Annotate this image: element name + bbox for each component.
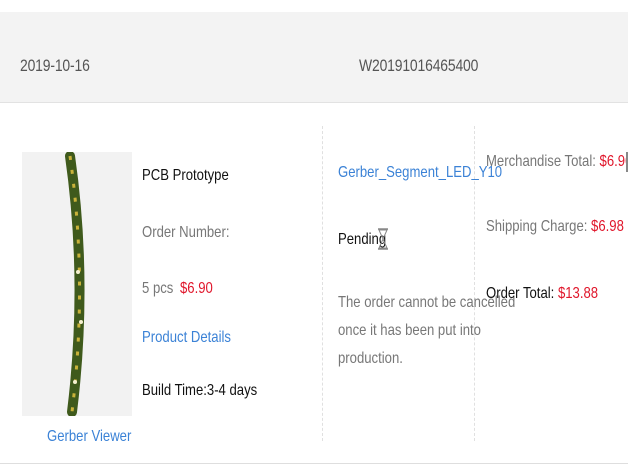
- cancel-note-line: production.: [338, 350, 403, 367]
- gerber-viewer-link[interactable]: Gerber Viewer: [47, 428, 131, 446]
- merchandise-total-label: Merchandise Total:: [486, 153, 596, 170]
- product-details-link[interactable]: Product Details: [142, 329, 231, 347]
- pcb-thumbnail[interactable]: [22, 151, 132, 417]
- cancel-note: The order cannot be cancelled once it ha…: [338, 289, 516, 373]
- shipping-charge-value: $6.98: [591, 218, 624, 235]
- merchandise-total: Merchandise Total: $6.90: [486, 153, 628, 171]
- column-divider: [322, 126, 323, 441]
- build-time: Build Time:3-4 days: [142, 382, 258, 399]
- cancel-note-line: once it has been put into: [338, 322, 481, 339]
- order-total-value: $13.88: [557, 285, 599, 302]
- merchandise-total-value: $6.90: [599, 153, 628, 170]
- order-id: W20191016465400: [359, 56, 479, 75]
- pcb-image: [65, 151, 85, 417]
- shipping-charge: Shipping Charge: $6.98: [486, 218, 624, 236]
- order-number-label: Order Number:: [142, 224, 230, 241]
- order-date: 2019-10-16: [20, 56, 90, 75]
- order-header: 2019-10-16 W20191016465400: [0, 12, 628, 103]
- gerber-file-link[interactable]: Gerber_Segment_LED_Y10: [338, 164, 502, 182]
- order-total: Order Total: $13.88: [486, 285, 598, 303]
- product-price: $6.90: [180, 280, 213, 297]
- order-total-label: Order Total:: [486, 285, 555, 302]
- quantity: 5 pcs: [142, 280, 174, 297]
- hourglass-icon: [378, 228, 388, 250]
- shipping-charge-label: Shipping Charge:: [486, 218, 588, 235]
- product-title: PCB Prototype: [142, 167, 229, 184]
- cancel-note-line: The order cannot be cancelled: [338, 294, 516, 311]
